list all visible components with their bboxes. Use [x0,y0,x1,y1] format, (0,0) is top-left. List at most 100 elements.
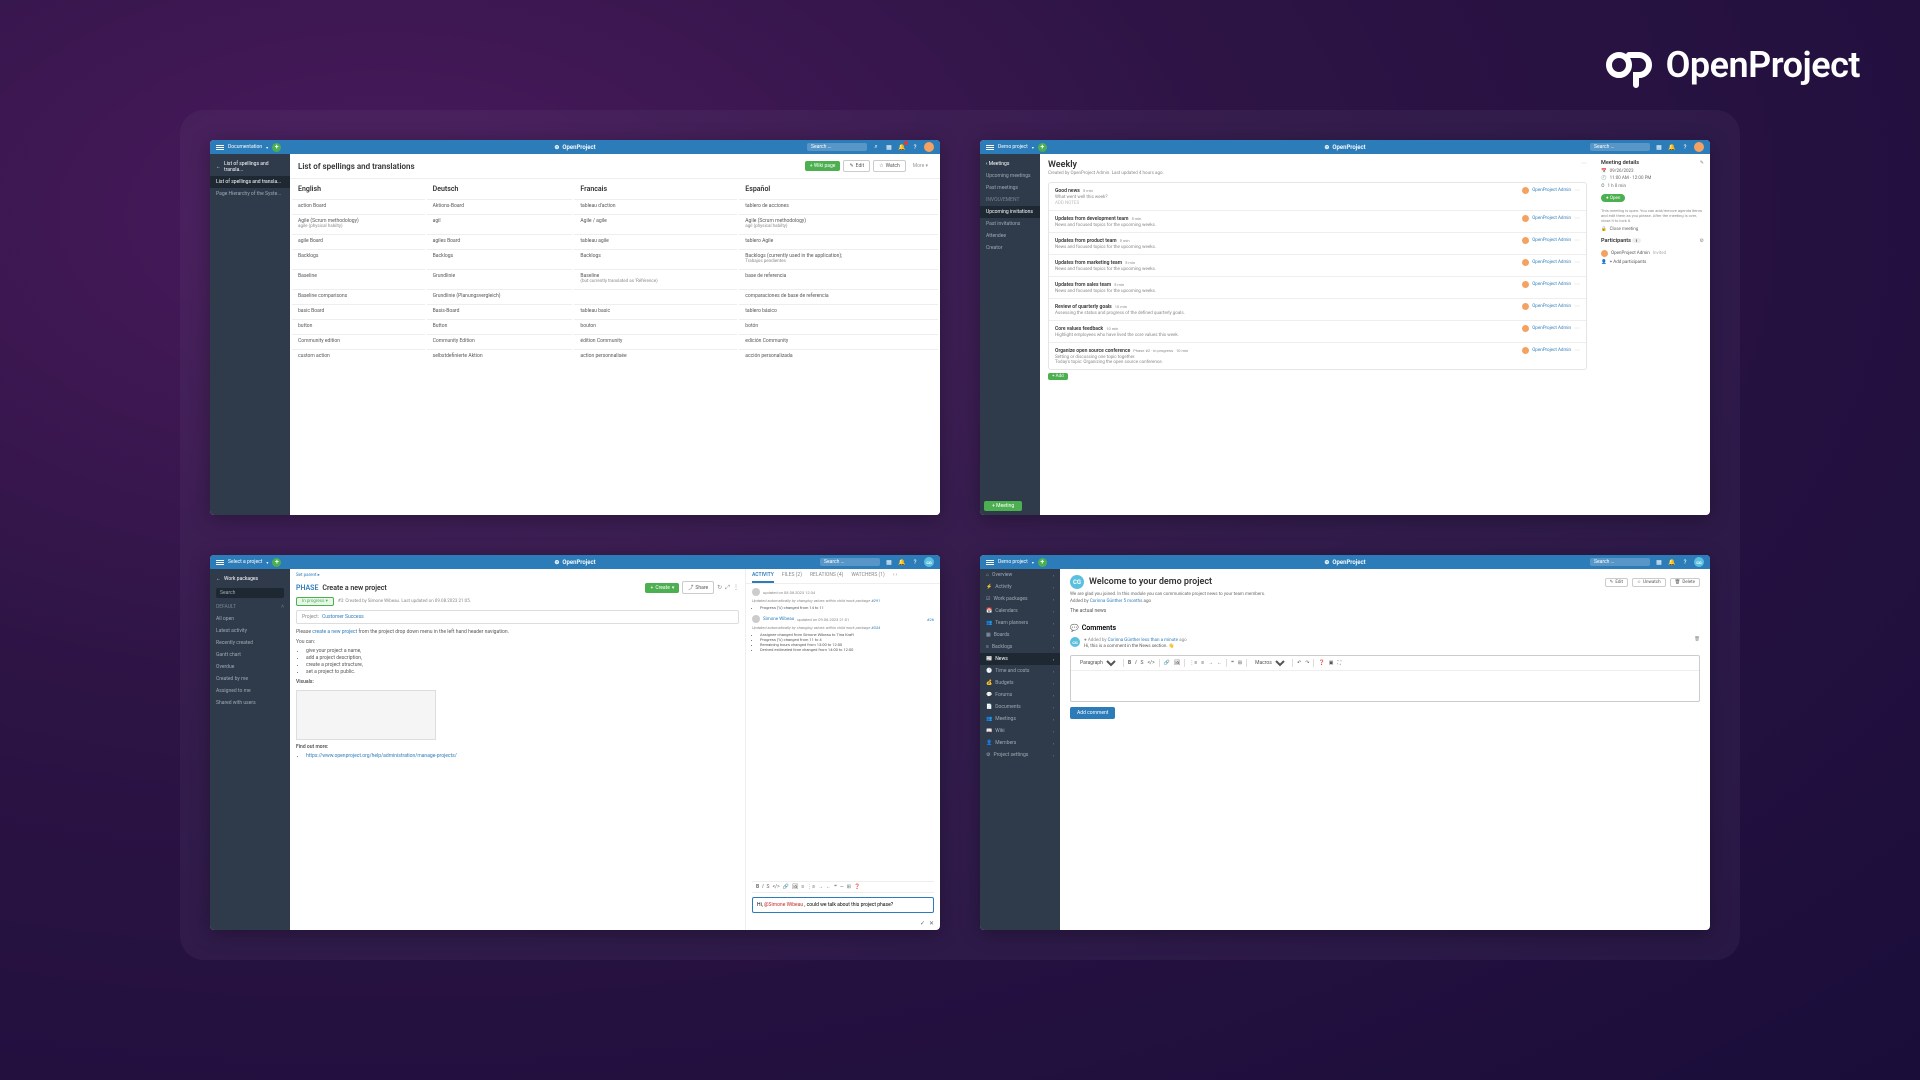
delete-comment-icon[interactable]: 🗑 [1694,637,1700,643]
add-button[interactable]: + [272,558,281,567]
status-badge[interactable]: In progress ▾ [296,597,334,606]
back-button[interactable]: ‹ Meetings [980,158,1040,170]
add-button[interactable]: + [272,143,281,152]
agenda-item[interactable]: Updates from product team5 minNews and f… [1049,233,1586,255]
edit-icon[interactable]: ✎ [1700,160,1704,169]
add-agenda-button[interactable]: + Add [1048,373,1068,380]
help-icon[interactable]: ? [911,558,919,566]
sidebar-item[interactable]: ≡Backlogs› [980,641,1060,653]
sidebar-attendee[interactable]: Attendee [980,230,1040,242]
edit-button[interactable]: ✎ Edit [1605,578,1628,587]
sidebar-item[interactable]: 📅Calendars› [980,605,1060,617]
sidebar-creator[interactable]: Creator [980,242,1040,254]
more-button[interactable]: More ▾ [909,161,932,171]
sidebar-item[interactable]: 📰News› [980,653,1060,665]
sidebar-past[interactable]: Past meetings [980,182,1040,194]
close-meeting-link[interactable]: 🔒 Close meeting [1601,227,1704,232]
sidebar-item[interactable]: Assigned to me [210,685,290,697]
create-button[interactable]: + Create ▾ [645,583,679,593]
grid-icon[interactable]: ▦ [1655,143,1663,151]
watch-button[interactable]: ☆ Watch [873,160,906,172]
fullscreen-icon[interactable]: ⤢ [725,584,730,592]
sidebar-item[interactable]: 👥Meetings› [980,713,1060,725]
sidebar-item[interactable]: Shared with users [210,697,290,709]
hamburger-icon[interactable] [986,558,994,566]
breadcrumb[interactable]: Set parent ▸ [296,573,739,578]
agenda-item[interactable]: Good news5 minWhat went well this week?A… [1049,183,1586,211]
add-comment-button[interactable]: Add comment [1070,707,1115,719]
more-icon[interactable]: ⋮ [733,584,739,591]
sidebar-item[interactable]: 📄Documents› [980,701,1060,713]
sidebar-search[interactable]: Search [216,588,284,598]
cancel-icon[interactable]: ✕ [929,920,934,927]
agenda-item[interactable]: Organize open source conferencePhase #2 … [1049,343,1586,369]
back-button[interactable]: ← Work packages [210,573,290,585]
more-icon[interactable]: ⋯ [1581,160,1587,167]
sidebar-item[interactable]: ⚡Activity› [980,581,1060,593]
agenda-item[interactable]: Review of quarterly goals10 minAssessing… [1049,299,1586,321]
agenda-item[interactable]: Updates from sales team5 minNews and foc… [1049,277,1586,299]
paragraph-select[interactable]: Paragraph [1076,659,1119,667]
agenda-item[interactable]: Updates from development team5 minNews a… [1049,211,1586,233]
user-avatar[interactable] [924,142,934,152]
project-field[interactable]: Project:Customer Success [296,610,739,624]
bell-icon[interactable]: 🔔 [898,143,906,151]
hamburger-icon[interactable] [986,143,994,151]
sidebar-item[interactable]: 💬Forums› [980,689,1060,701]
back-button[interactable]: ←List of spellings and transla... [210,158,290,176]
sidebar-item[interactable]: Recently created [210,637,290,649]
sidebar-item[interactable]: 📖Wiki› [980,725,1060,737]
wiki-page-button[interactable]: + Wiki page [805,161,841,171]
sidebar-item[interactable]: 👤Members› [980,737,1060,749]
sidebar-item[interactable]: ⌂Overview› [980,569,1060,581]
search-input[interactable]: Search ... [1590,558,1650,566]
user-avatar[interactable] [1694,142,1704,152]
sidebar-past-inv[interactable]: Past invitations [980,218,1040,230]
user-avatar[interactable]: CG [1694,557,1704,567]
help-icon[interactable]: ? [911,143,919,151]
add-meeting-button[interactable]: + Meeting [984,501,1022,511]
add-button[interactable]: + [1038,143,1047,152]
add-button[interactable]: + [1038,558,1047,567]
help-icon[interactable]: ? [1681,143,1689,151]
confirm-icon[interactable]: ✓ [920,920,925,927]
unwatch-button[interactable]: ☆ Unwatch [1632,578,1666,587]
sidebar-item[interactable]: ☑Work packages› [980,593,1060,605]
sidebar-item[interactable]: ▦Boards› [980,629,1060,641]
sidebar-item[interactable]: Gantt chart [210,649,290,661]
user-avatar[interactable]: CG [924,557,934,567]
sidebar-item[interactable]: 🕐Time and costs› [980,665,1060,677]
project-selector[interactable]: Select a project [228,559,262,565]
sidebar-upcoming-inv[interactable]: Upcoming invitations [980,206,1040,218]
sidebar-item[interactable]: All open [210,613,290,625]
grid-icon[interactable]: ▦ [1655,558,1663,566]
docs-link[interactable]: https://www.openproject.org/help/adminis… [306,753,457,759]
rich-editor[interactable]: Paragraph BIS</>🔗🖼⋮≡≡→←❝⊞ Macros ↶↷❓▣⛶ [1070,655,1700,702]
sidebar-item[interactable]: Latest activity [210,625,290,637]
sidebar-item-hierarchy[interactable]: Page Hierarchy of the Syste... [210,188,290,200]
sidebar-item[interactable]: ⚙Project settings› [980,749,1060,761]
agenda-item[interactable]: Core values feedback10 minHighlight empl… [1049,321,1586,343]
grid-icon[interactable]: ▦ [885,143,893,151]
comment-editor[interactable]: Hi, @Simone Wibeau , could we talk about… [752,897,934,913]
sidebar-item[interactable]: 💰Budgets› [980,677,1060,689]
tab-watchers[interactable]: WATCHERS (1) [851,569,884,583]
tab-more[interactable]: ‹ › [893,569,897,583]
share-button[interactable]: ⤴ Share [682,581,714,594]
sidebar-item[interactable]: Created by me [210,673,290,685]
bell-icon[interactable]: 🔔 [1668,558,1676,566]
edit-button[interactable]: ✎ Edit [843,160,870,172]
agenda-item[interactable]: Updates from marketing team5 minNews and… [1049,255,1586,277]
search-input[interactable]: Search ... [1590,143,1650,151]
comment-toolbar[interactable]: BIS</>🔗🖼≡⋮≡→←❝—⊞❓ [752,881,934,893]
sidebar-item[interactable]: Overdue [210,661,290,673]
search-input[interactable]: Search ... [807,143,867,151]
add-participant-link[interactable]: 👤 + Add participants [1601,260,1704,265]
delete-button[interactable]: 🗑 Delete [1670,578,1700,587]
sidebar-item[interactable]: 👥Team planners› [980,617,1060,629]
hamburger-icon[interactable] [216,558,224,566]
settings-icon[interactable]: ⚙ [1700,238,1704,247]
bell-icon[interactable]: 🔔 [898,558,906,566]
project-selector[interactable]: Demo project [998,559,1028,565]
hamburger-icon[interactable] [216,143,224,151]
